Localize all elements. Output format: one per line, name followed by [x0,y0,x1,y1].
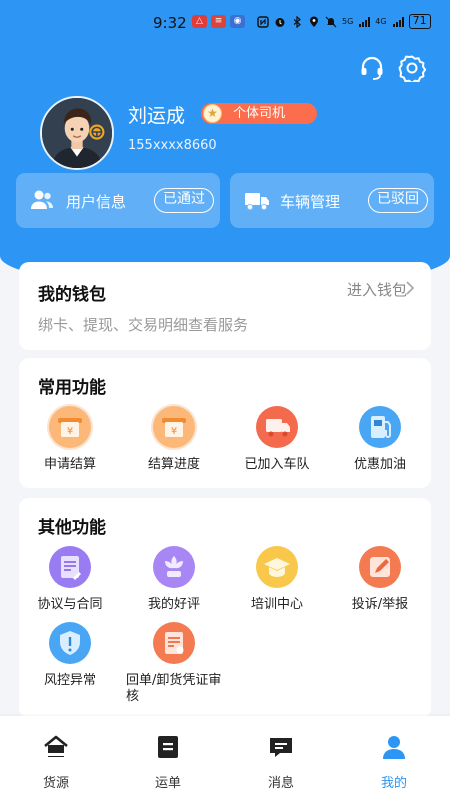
status-indicators: 5G 4G 71 [257,14,431,29]
other-functions-title: 其他功能 [38,518,106,538]
home-icon [44,735,68,757]
pen-report-icon [357,544,403,590]
contracts-label: 协议与合同 [37,597,103,612]
headset-icon[interactable] [358,54,386,82]
receipt-review-icon [151,620,197,666]
notification-app-icon: △ [192,15,207,28]
fuel-pump-icon [357,404,403,450]
nav-label-mine: 我的 [380,776,407,791]
training-center-label: 培训中心 [250,597,303,612]
joined-fleet-item[interactable]: 已加入车队 [227,404,327,473]
receipt-review-item[interactable]: 回单/卸货凭证审核 [124,620,224,705]
settlement-progress-item[interactable]: ¥ 结算进度 [124,404,224,473]
notification-app-icon: ◉ [230,15,245,28]
star-icon: ★ [203,104,222,123]
wallet-title: 我的钱包 [38,285,106,305]
role-badge: ★ 个体司机 [201,103,317,124]
contract-icon [47,544,93,590]
alarm-icon [275,17,285,27]
notification-app-icon: ≡ [211,15,226,28]
my-reviews-item[interactable]: 我的好评 [124,544,224,613]
contracts-item[interactable]: 协议与合同 [20,544,120,613]
complaint-report-label: 投诉/举报 [351,597,409,612]
vehicle-management-card[interactable]: 车辆管理 已驳回 [230,173,434,228]
fuel-discount-item[interactable]: 优惠加油 [330,404,430,473]
nav-item-mine[interactable]: 我的 [359,733,429,791]
apply-settlement-item[interactable]: ¥ 申请结算 [20,404,120,473]
settlement-apply-icon: ¥ [47,404,93,450]
truck-icon [245,193,269,211]
fleet-truck-icon [254,404,300,450]
phone-number: 155xxxx8660 [128,138,217,153]
receipt-review-label: 回单/卸货凭证审核 [126,673,222,704]
user-info-label: 用户信息 [66,193,127,211]
status-bar: 9:32 △ ≡ ◉ 5G 4G 71 [0,0,450,44]
apply-settlement-label: 申请结算 [43,457,96,472]
complaint-report-item[interactable]: 投诉/举报 [330,544,430,613]
user-info-status-badge: 已通过 [154,188,214,213]
flower-icon [151,544,197,590]
common-functions-title: 常用功能 [38,378,106,398]
signal-4g-label: 4G [375,17,387,26]
wallet-description: 绑卡、提现、交易明细查看服务 [38,316,249,334]
status-app-icons: △ ≡ ◉ [192,15,245,28]
battery-indicator: 71 [408,14,431,29]
avatar[interactable] [40,96,114,170]
profile-icon [383,736,405,759]
signal-5g-label: 5G [342,17,354,26]
settlement-progress-icon: ¥ [151,404,197,450]
nav-label-messages: 消息 [267,776,294,791]
role-label: 个体司机 [233,106,286,121]
user-info-card[interactable]: 用户信息 已通过 [16,173,220,228]
signal-bars-icon [392,16,404,27]
svg-text:¥: ¥ [67,426,73,437]
signal-bars-icon [359,16,371,27]
nav-label-cargo-source: 货源 [42,776,69,791]
gear-icon[interactable] [398,54,426,82]
nav-item-messages[interactable]: 消息 [246,733,316,791]
enter-wallet-link[interactable]: 进入钱包 [347,279,407,300]
risk-exception-item[interactable]: 风控异常 [20,620,120,689]
nav-item-waybill[interactable]: 运单 [133,733,203,791]
bottom-navigation: 货源 运单 消息 我的 [0,716,450,800]
chevron-right-icon [406,281,415,295]
risk-exception-label: 风控异常 [43,673,96,688]
bluetooth-icon [293,15,301,28]
user-name: 刘运成 [128,105,186,127]
nav-label-waybill: 运单 [154,776,181,791]
my-reviews-label: 我的好评 [147,597,200,612]
message-icon [270,738,292,757]
shield-alert-icon [47,620,93,666]
vehicle-management-label: 车辆管理 [280,193,341,211]
driver-avatar-illustration [42,98,112,168]
settlement-progress-label: 结算进度 [147,457,200,472]
wallet-panel[interactable]: 我的钱包 进入钱包 绑卡、提现、交易明细查看服务 [19,262,431,350]
graduation-cap-icon [254,544,300,590]
common-functions-panel: 常用功能 ¥ 申请结算 ¥ 结算进度 已加入车队 优惠加油 [19,358,431,488]
location-icon [310,16,318,27]
users-icon [31,190,53,209]
vehicle-status-badge: 已驳回 [368,188,428,213]
status-time: 9:32 [153,14,187,32]
nav-item-cargo-source[interactable]: 货源 [21,733,91,791]
waybill-icon [158,736,178,758]
nfc-icon [257,15,269,28]
joined-fleet-label: 已加入车队 [244,457,310,472]
training-center-item[interactable]: 培训中心 [227,544,327,613]
other-functions-panel: 其他功能 协议与合同 我的好评 培训中心 投诉/举报 风控异常 回单/卸货凭证审… [19,498,431,718]
svg-text:¥: ¥ [171,426,177,437]
mute-icon [325,16,337,27]
fuel-discount-label: 优惠加油 [353,457,406,472]
